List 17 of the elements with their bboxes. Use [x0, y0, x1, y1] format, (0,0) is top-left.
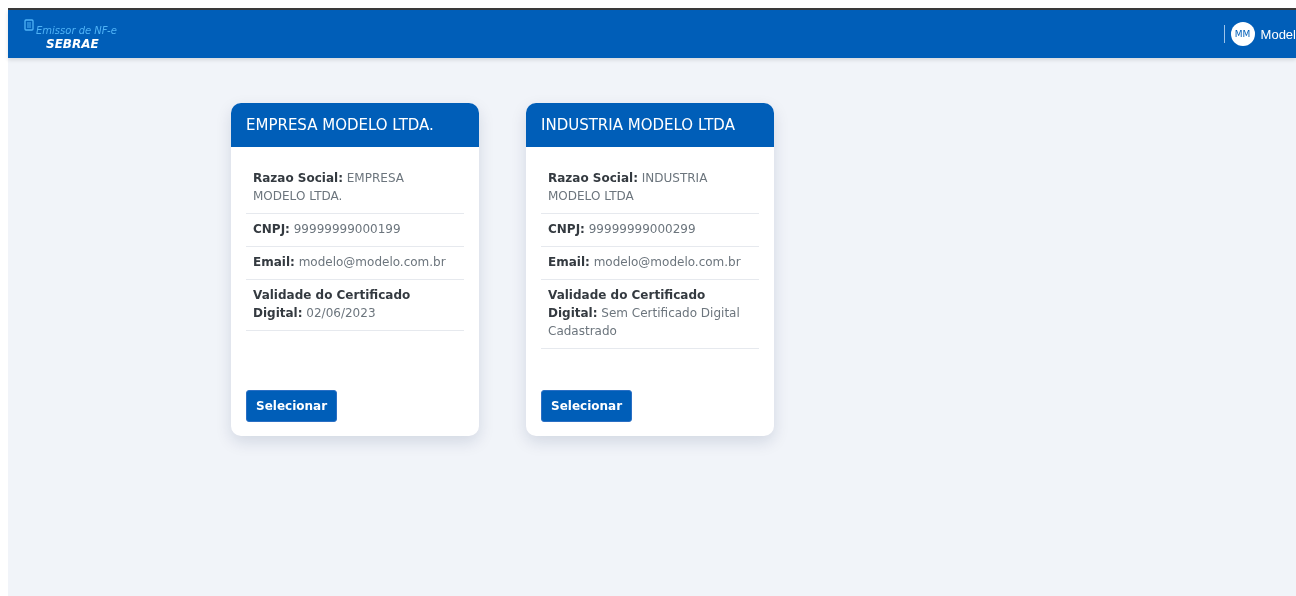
card-title: EMPRESA MODELO LTDA. [231, 103, 479, 147]
card-title: INDUSTRIA MODELO LTDA [526, 103, 774, 147]
field-text: CNPJ: 99999999000299 [541, 214, 759, 247]
field-text: Razao Social: EMPRESA MODELO LTDA. [246, 163, 464, 214]
field-text: Email: modelo@modelo.com.br [541, 247, 759, 280]
user-name[interactable]: Model [1260, 26, 1296, 42]
select-button[interactable]: Selecionar [541, 390, 633, 422]
user-avatar[interactable]: MM [1230, 22, 1255, 46]
field-text: Email: modelo@modelo.com.br [246, 247, 464, 280]
select-button[interactable]: Selecionar [246, 390, 338, 422]
field-text: Razao Social: INDUSTRIA MODELO LTDA [541, 163, 759, 214]
document-icon [24, 18, 34, 31]
field-text: CNPJ: 99999999000199 [246, 214, 464, 247]
app-subtitle: SEBRAE [45, 37, 100, 50]
field-text: Validade do Certificado Digital: 02/06/2023 [246, 280, 464, 331]
app-title: Emissor de NF-e [36, 24, 117, 36]
field-text: Validade do Certificado Digital: Sem Certificado Digital Cadastrado [541, 280, 759, 349]
